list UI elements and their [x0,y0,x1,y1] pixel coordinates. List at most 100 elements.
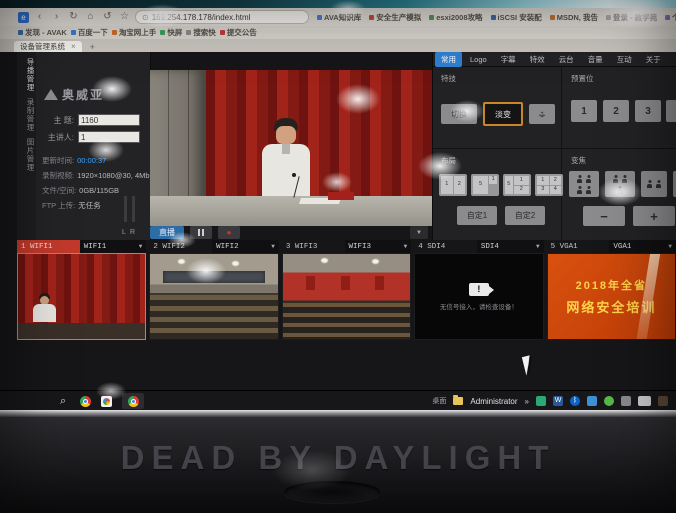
channel-tag[interactable]: 2 WIFI2 [149,240,212,253]
folder-icon[interactable] [453,397,463,405]
topic-input[interactable] [78,114,140,126]
stat-label: 录制视频: [42,170,74,181]
panel-divider [561,67,562,240]
bookmark-item[interactable]: AVA知识库 [317,12,361,23]
pan-move-button[interactable]: ↔ ↕ [529,104,555,124]
bookmark-item[interactable]: 登录 - 教学苑 [606,12,657,23]
battery-icon[interactable] [638,396,651,406]
refresh-icon[interactable]: ↻ [67,11,80,23]
bookmark-item[interactable]: 提交公告 [220,27,257,38]
layout-column-button[interactable]: 1 5 2 [503,174,531,196]
panel-divider [433,148,676,149]
zoom-two-button[interactable] [641,171,667,197]
channel-thumbnail[interactable] [282,253,411,340]
channel-thumbnail[interactable]: ! 无信号接入，请检查设备！ [414,253,543,340]
zoom-in-button[interactable]: + [633,206,675,226]
tray-blue-app-icon[interactable] [587,396,597,406]
bezel-brand-text: DEAD BY DAYLIGHT [0,439,676,477]
desktop-label[interactable]: 桌面 [432,396,446,406]
tab-about[interactable]: 关于 [640,52,667,67]
custom-layout-2-button[interactable]: 自定2 [505,206,545,225]
custom-layout-1-button[interactable]: 自定1 [457,206,497,225]
channel-tag[interactable]: 4 SDI4 [414,240,477,253]
record-button[interactable]: ● [218,226,240,239]
browser-tab[interactable]: 设备管理系统 × [14,41,82,52]
channel-tag[interactable]: 1 WIFI1 [17,240,80,253]
tab-volume[interactable]: 音量 [582,52,609,67]
address-bar[interactable]: ⊙ 169.254.178.178/index.html [135,10,309,24]
bookmark-item[interactable]: iSCSI 安装配 [491,12,542,23]
video-options-dropdown[interactable]: ▼ [410,226,428,239]
history-icon[interactable]: ↺ [101,11,114,23]
channel-tag[interactable]: 3 WIFI3 [282,240,345,253]
cut-transition-button[interactable]: 切换 [441,104,477,124]
sidebar-item-recording[interactable]: 录制管理 [17,98,36,132]
channel-source-select[interactable]: WIFI3 ▼ [345,240,412,253]
bookmark-item[interactable]: 个人所得税计 [665,12,676,23]
tab-interact[interactable]: 互动 [611,52,638,67]
bookmark-star-icon[interactable]: ☆ [118,11,131,23]
tray-word-icon[interactable]: W [553,396,563,406]
tab-logo[interactable]: Logo [464,53,493,66]
bookmark-item[interactable]: 安全生产模拟 [369,12,421,23]
channel-thumbnail[interactable] [17,253,146,340]
tray-green-circle-icon[interactable] [604,396,614,406]
program-preview-video[interactable] [150,70,432,226]
sidebar-item-director[interactable]: 导播管理 [17,58,36,92]
preset-2-button[interactable]: 2 [603,100,629,122]
new-tab-icon[interactable]: + [90,42,95,52]
bookmark-item[interactable]: 发现 - AVAK [18,27,67,38]
url-text[interactable]: 169.254.178.178/index.html [152,13,251,22]
pause-button[interactable] [190,226,212,239]
tab-ptz[interactable]: 云台 [553,52,580,67]
zoom-medium-button[interactable] [605,171,635,197]
fade-transition-button[interactable]: 淡变 [483,102,523,126]
channel-source-select[interactable]: SDI4 ▼ [477,240,544,253]
bookmark-item[interactable]: 搜索快 [186,27,216,38]
channel-thumbnail[interactable]: 2018年全省 网络安全培训 [547,253,676,340]
channel-tag[interactable]: 5 VGA1 [547,240,610,253]
bookmark-item[interactable]: 淘宝网上手 [112,27,157,38]
back-icon[interactable]: ‹ [33,11,46,23]
tray-green-app-icon[interactable] [536,396,546,406]
sidebar-item-images[interactable]: 图片管理 [17,138,36,172]
forward-icon[interactable]: › [50,11,63,23]
channel-source-select[interactable]: WIFI1 ▼ [80,240,147,253]
user-folder-label[interactable]: Administrator [470,397,517,406]
home-icon[interactable]: ⌂ [84,11,97,23]
tab-subtitle[interactable]: 字幕 [495,52,522,67]
tab-effects[interactable]: 特效 [524,52,551,67]
bookmark-item[interactable]: 快屏 [160,27,182,38]
channel-thumbnail[interactable] [149,253,278,340]
search-icon[interactable]: ⌕ [60,396,70,406]
layout-split-button[interactable]: 1 2 [439,174,467,196]
preset-3-button[interactable]: 3 [635,100,661,122]
tab-close-icon[interactable]: × [71,42,76,51]
bookmark-item[interactable]: esxi2008攻略 [429,12,482,23]
speaker-row: 主讲人: [42,131,140,143]
tray-overflow-icon[interactable]: » [525,397,529,406]
bluetooth-icon[interactable]: ᛒ [570,396,580,406]
zoom-wide-button[interactable] [569,171,599,197]
tray-misc-icon[interactable] [658,396,668,406]
stat-label: FTP 上传: [42,200,75,211]
bookmark-item[interactable]: MSDN, 我告 [550,12,598,23]
channel-source-select[interactable]: WIFI2 ▼ [212,240,279,253]
live-button[interactable]: 直播 [150,226,184,239]
speaker-input[interactable] [78,131,140,143]
zoom-out-button[interactable]: − [583,206,625,226]
chrome-icon[interactable] [80,396,91,407]
preset-4-button[interactable]: 4 [666,100,676,122]
printer-icon[interactable] [621,396,631,406]
layout-grid-button[interactable]: 1 2 3 4 [535,174,563,196]
bookmark-item[interactable]: 百度一下 [71,27,108,38]
tab-common[interactable]: 常用 [435,52,462,67]
preset-1-button[interactable]: 1 [571,100,597,122]
active-browser-task-icon[interactable] [122,393,144,409]
layout-cell: 3 [537,186,549,195]
layout-pip-button[interactable]: 5 1 [471,174,499,196]
photos-app-icon[interactable] [101,396,112,407]
channel-source-select[interactable]: VGA1 ▼ [609,240,676,253]
browser-logo-icon[interactable]: e [18,12,29,23]
meter-label-l: L [122,229,126,236]
